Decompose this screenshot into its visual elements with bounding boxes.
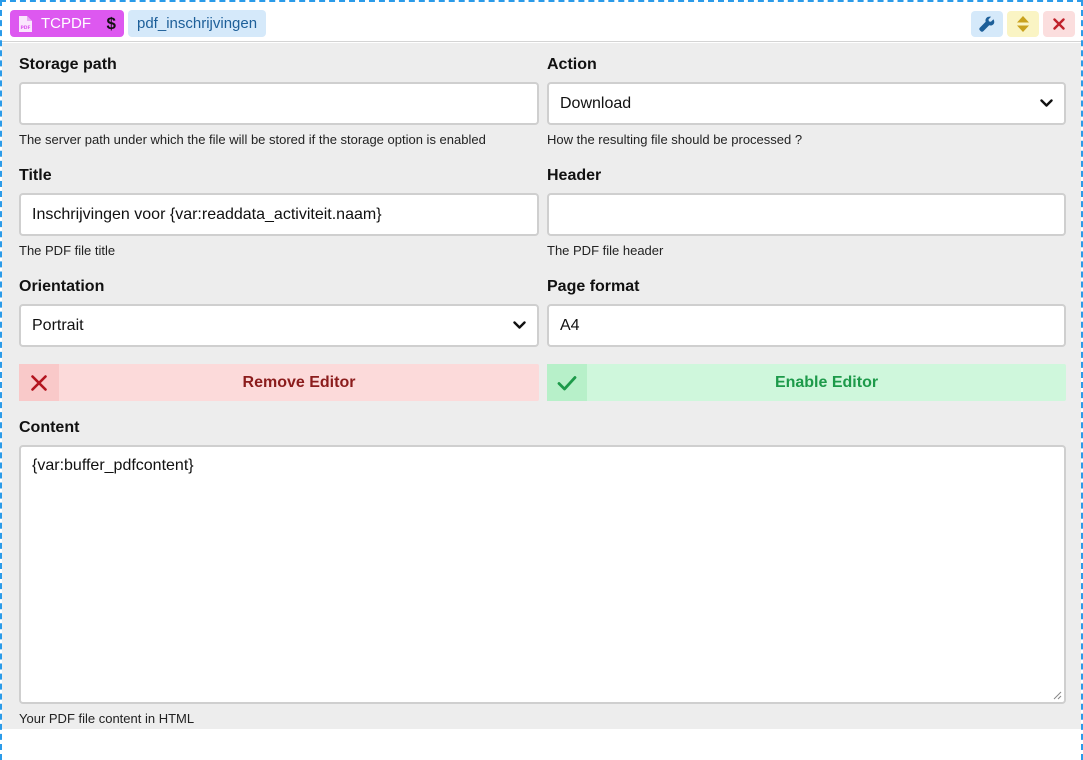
x-icon [19,364,59,401]
name-badge[interactable]: pdf_inschrijvingen [128,10,266,37]
dollar-icon: $ [107,14,116,34]
header-hint: The PDF file header [547,243,663,258]
pdf-file-icon: PDF [18,16,32,32]
type-badge-label: TCPDF [41,15,91,32]
action-selected-value: Download [560,95,631,113]
title-value: Inschrijvingen voor {var:readdata_activi… [32,206,382,224]
content-hint: Your PDF file content in HTML [19,711,194,726]
reorder-button[interactable] [1007,11,1039,37]
content-value: {var:buffer_pdfcontent} [32,457,194,474]
enable-editor-button[interactable]: Enable Editor [547,364,1066,401]
storage-path-label: Storage path [19,56,117,74]
block-body: Storage path The server path under which… [2,43,1081,729]
check-icon [547,364,587,401]
title-hint: The PDF file title [19,243,115,258]
type-badge[interactable]: PDF TCPDF $ [10,10,124,37]
header-input[interactable] [547,193,1066,236]
storage-path-input[interactable] [19,82,539,125]
chevron-down-icon [1040,99,1053,108]
title-input[interactable]: Inschrijvingen voor {var:readdata_activi… [19,193,539,236]
delete-button[interactable] [1043,11,1075,37]
close-icon [1053,18,1065,30]
block-header: PDF TCPDF $ pdf_inschrijvingen [2,2,1081,42]
remove-editor-label: Remove Editor [59,374,539,392]
wrench-icon [979,16,995,32]
chevron-down-icon [513,321,526,330]
orientation-label: Orientation [19,278,104,296]
title-label: Title [19,167,52,185]
content-textarea[interactable]: {var:buffer_pdfcontent} [19,445,1066,704]
remove-editor-button[interactable]: Remove Editor [19,364,539,401]
settings-button[interactable] [971,11,1003,37]
orientation-select[interactable]: Portrait [19,304,539,347]
action-label: Action [547,56,597,74]
header-label: Header [547,167,601,185]
page-format-input[interactable]: A4 [547,304,1066,347]
svg-text:PDF: PDF [21,25,31,31]
enable-editor-label: Enable Editor [587,374,1066,392]
page-format-label: Page format [547,278,639,296]
storage-path-hint: The server path under which the file wil… [19,132,486,147]
orientation-selected-value: Portrait [32,317,84,335]
action-hint: How the resulting file should be process… [547,132,802,147]
resize-handle-icon[interactable] [1052,690,1062,700]
action-select[interactable]: Download [547,82,1066,125]
sort-icon [1017,16,1029,32]
content-label: Content [19,419,79,437]
page-format-value: A4 [560,317,580,335]
